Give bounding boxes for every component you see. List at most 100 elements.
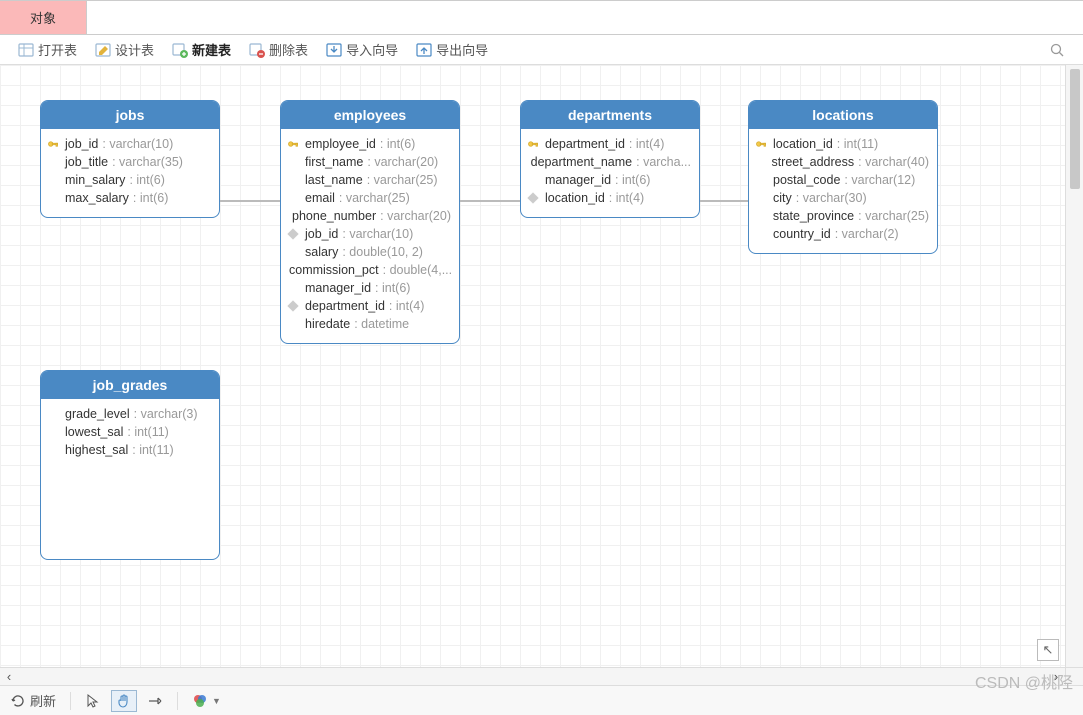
import-wizard-button[interactable]: 导入向导 [320,38,404,61]
field-row[interactable]: emailvarchar(25) [285,189,451,207]
pointer-tool-button[interactable] [85,693,101,709]
entity-locations[interactable]: locations location_idint(11)street_addre… [748,100,938,254]
field-name: phone_number [292,209,376,223]
field-type: varchar(25) [858,209,929,223]
field-name: state_province [773,209,854,223]
export-wizard-button[interactable]: 导出向导 [410,38,494,61]
vertical-scrollbar[interactable] [1065,65,1083,667]
field-row[interactable]: lowest_sal int(11) [45,423,211,441]
field-name: department_id [545,137,625,151]
entity-header: departments [521,101,699,129]
horizontal-scrollbar[interactable]: ‹ › [0,667,1065,685]
field-row[interactable]: job_idvarchar(10) [285,225,451,243]
canvas-wrapper: jobs job_idvarchar(10)job_titlevarchar(3… [0,65,1083,685]
field-row[interactable]: department_namevarcha... [525,153,691,171]
field-row[interactable]: country_id varchar(2) [753,225,929,243]
refresh-button[interactable]: 刷新 [10,691,56,710]
entity-jobs[interactable]: jobs job_idvarchar(10)job_titlevarchar(3… [40,100,220,218]
field-type: varchar(20) [367,155,438,169]
export-icon [416,42,432,58]
connector-employees-departments [460,200,520,202]
field-row[interactable]: state_province varchar(25) [753,207,929,225]
connector-departments-locations [700,200,748,202]
refresh-icon [10,693,26,709]
new-table-button[interactable]: 新建表 [166,38,237,61]
field-name: location_id [545,191,605,205]
import-icon [326,42,342,58]
field-name: hiredate [305,317,350,331]
field-type: varcha... [636,155,691,169]
field-type: double(10, 2) [342,245,423,259]
entity-job-grades[interactable]: job_grades grade_levelvarchar(3)lowest_s… [40,370,220,560]
hand-icon [116,693,132,709]
connector-jobs-employees [220,200,280,202]
field-name: lowest_sal [65,425,123,439]
dropdown-icon: ▼ [212,696,221,706]
field-row[interactable]: highest_salint(11) [45,441,211,459]
foreign-key-icon [285,230,301,238]
tab-bar: 对象 [0,1,1083,35]
field-row[interactable]: hiredatedatetime [285,315,451,333]
field-name: job_id [305,227,338,241]
design-table-button[interactable]: 设计表 [89,38,160,61]
delete-table-button[interactable]: 删除表 [243,38,314,61]
field-type: int(6) [129,173,164,187]
field-name: postal_code [773,173,840,187]
scroll-left-icon[interactable]: ‹ [0,669,18,684]
separator [70,692,71,710]
field-row[interactable]: job_idvarchar(10) [45,135,211,153]
entity-header: employees [281,101,459,129]
field-row[interactable]: max_salaryint(6) [45,189,211,207]
scroll-right-icon[interactable]: › [1047,669,1065,684]
field-name: manager_id [545,173,611,187]
entity-employees[interactable]: employees employee_idint(6)first_namevar… [280,100,460,344]
open-table-button[interactable]: 打开表 [12,38,83,61]
field-row[interactable]: department_idint(4) [285,297,451,315]
entity-header: job_grades [41,371,219,399]
field-row[interactable]: first_namevarchar(20) [285,153,451,171]
field-type: varchar(25) [367,173,438,187]
entity-fields: job_idvarchar(10)job_titlevarchar(35)min… [41,129,219,217]
field-name: job_title [65,155,108,169]
field-row[interactable]: street_addressvarchar(40) [753,153,929,171]
new-table-icon [172,42,188,58]
entity-fields: location_idint(11)street_addressvarchar(… [749,129,937,253]
field-row[interactable]: grade_levelvarchar(3) [45,405,211,423]
field-row[interactable]: manager_id int(6) [285,279,451,297]
tab-objects[interactable]: 对象 [0,1,87,34]
hand-tool-button[interactable] [111,690,137,712]
field-row[interactable]: commission_pctdouble(4,... [285,261,451,279]
search-button[interactable] [1043,40,1071,60]
field-type: int(4) [389,299,424,313]
field-row[interactable]: department_idint(4) [525,135,691,153]
canvas-arrow-button[interactable]: ↖ [1037,639,1059,661]
field-row[interactable]: min_salaryint(6) [45,171,211,189]
entity-fields: grade_levelvarchar(3)lowest_salint(11)hi… [41,399,219,469]
field-type: int(11) [127,425,168,439]
field-row[interactable]: phone_numbervarchar(20) [285,207,451,225]
statusbar: 刷新 ▼ [0,685,1083,715]
field-row[interactable]: postal_codevarchar(12) [753,171,929,189]
color-tool-button[interactable]: ▼ [192,693,221,709]
field-row[interactable]: salarydouble(10, 2) [285,243,451,261]
field-row[interactable]: location_idint(11) [753,135,929,153]
field-row[interactable]: location_idint(4) [525,189,691,207]
field-type: varchar(40) [858,155,929,169]
field-row[interactable]: manager_idint(6) [525,171,691,189]
er-diagram-canvas[interactable]: jobs job_idvarchar(10)job_titlevarchar(3… [0,65,1065,667]
field-row[interactable]: job_titlevarchar(35) [45,153,211,171]
field-name: city [773,191,792,205]
tab-label: 对象 [30,8,56,27]
field-name: country_id [773,227,831,241]
foreign-key-icon [285,302,301,310]
relation-tool-button[interactable] [147,693,163,709]
field-type: varchar(2) [835,227,899,241]
field-type: int(11) [132,443,173,457]
field-row[interactable]: cityvarchar(30) [753,189,929,207]
entity-departments[interactable]: departments department_idint(4)departmen… [520,100,700,218]
field-row[interactable]: employee_idint(6) [285,135,451,153]
field-type: int(6) [375,281,410,295]
entity-fields: employee_idint(6)first_namevarchar(20)la… [281,129,459,343]
field-name: manager_id [305,281,371,295]
field-row[interactable]: last_namevarchar(25) [285,171,451,189]
